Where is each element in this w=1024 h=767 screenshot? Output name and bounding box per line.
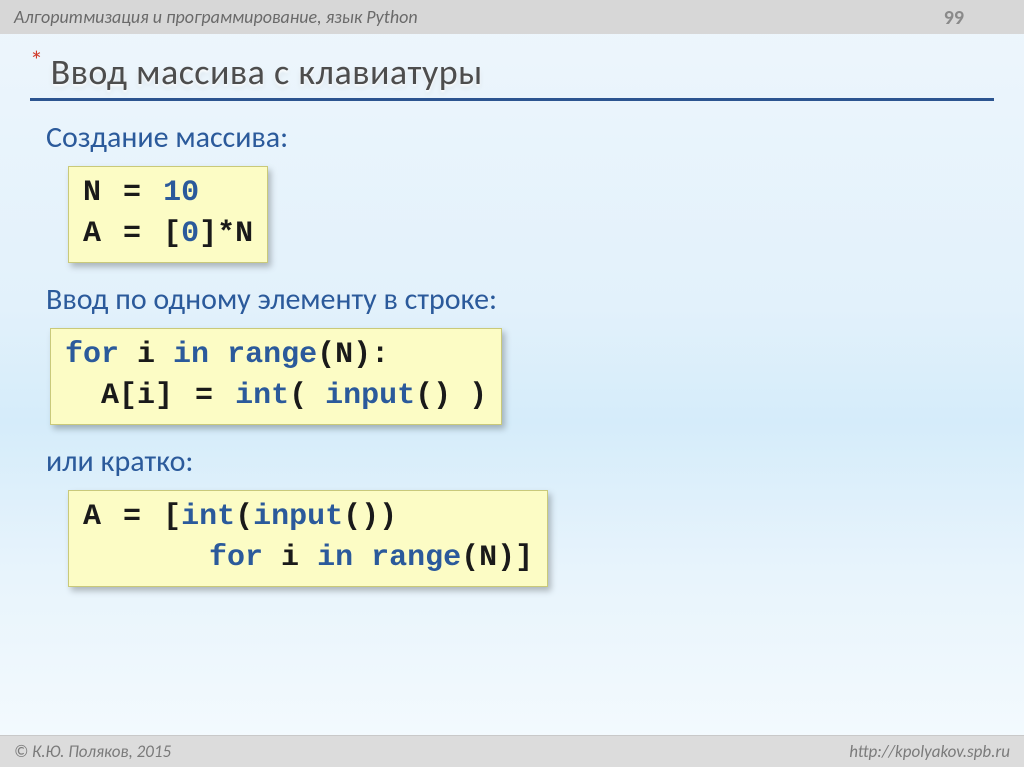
code-token: = <box>123 176 141 210</box>
code-token: ()) <box>343 500 397 534</box>
slide-title: Ввод массива с клавиатуры <box>51 50 483 94</box>
code-token: 10 <box>163 176 199 210</box>
code-token: input <box>253 500 343 534</box>
text-or-short: или кратко: <box>46 443 978 480</box>
code-token: = <box>123 217 141 251</box>
bullet-star: * <box>30 44 43 76</box>
code-token: in <box>173 338 209 372</box>
code-token: = <box>123 500 141 534</box>
code-token: ( <box>289 379 325 413</box>
code-token: ( <box>235 500 253 534</box>
code-token: (N): <box>317 338 389 372</box>
text-input-one: Ввод по одному элементу в строке: <box>46 281 978 318</box>
code-token: range <box>371 541 461 575</box>
page-number: 99 <box>944 6 964 30</box>
footer-url: http://kpolyakov.spb.ru <box>849 741 1010 762</box>
code-token <box>209 338 227 372</box>
code-token: i <box>263 541 317 575</box>
code-token: input <box>325 379 415 413</box>
footer-bar: © К.Ю. Поляков, 2015 http://kpolyakov.sp… <box>0 735 1024 767</box>
code-token: [ <box>163 500 181 534</box>
code-token: N <box>83 176 101 210</box>
code-token: = <box>195 379 213 413</box>
code-token <box>65 379 101 413</box>
code-token: A <box>83 217 101 251</box>
code-token: for <box>209 541 263 575</box>
course-title: Алгоритмизация и программирование, язык … <box>14 6 418 28</box>
title-row: * Ввод массива с клавиатуры <box>30 50 994 101</box>
code-token: A <box>83 500 101 534</box>
content-area: Создание массива: N = 10 A = [0]*N Ввод … <box>0 101 1024 601</box>
code-token: for <box>65 338 119 372</box>
code-block-1: N = 10 A = [0]*N <box>68 166 268 263</box>
code-token: A[i] <box>101 379 173 413</box>
code-token: ]*N <box>199 217 253 251</box>
footer-copyright: © К.Ю. Поляков, 2015 <box>14 741 171 762</box>
code-token: () ) <box>415 379 487 413</box>
code-token: in <box>317 541 353 575</box>
code-block-2: for i in range(N): A[i] = int( input() ) <box>50 328 502 425</box>
code-token: i <box>119 338 173 372</box>
header-bar: Алгоритмизация и программирование, язык … <box>0 0 1024 34</box>
text-create-array: Создание массива: <box>46 119 978 156</box>
code-token: int <box>181 500 235 534</box>
code-token: int <box>235 379 289 413</box>
code-block-3: A = [int(input()) for i in range(N)] <box>68 490 548 587</box>
code-token: range <box>227 338 317 372</box>
code-token: (N)] <box>461 541 533 575</box>
code-token <box>83 541 209 575</box>
code-token: 0 <box>181 217 199 251</box>
code-token <box>353 541 371 575</box>
code-token: [ <box>163 217 181 251</box>
